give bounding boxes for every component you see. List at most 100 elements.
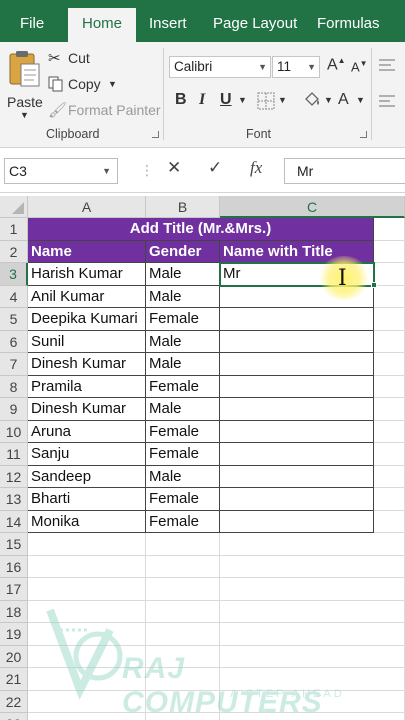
table-cell[interactable]: Female <box>146 510 220 533</box>
table-cell[interactable]: Female <box>146 375 220 398</box>
italic-button[interactable]: I <box>199 91 205 109</box>
align-left-icon[interactable] <box>378 94 396 110</box>
empty-cell[interactable] <box>146 623 220 646</box>
row-header-16[interactable]: 16 <box>0 555 28 578</box>
increase-font-size-icon[interactable]: A▲ <box>327 56 346 74</box>
empty-cell[interactable] <box>146 533 220 556</box>
row-header-13[interactable]: 13 <box>0 488 28 511</box>
table-cell[interactable]: Male <box>146 353 220 376</box>
empty-cell[interactable] <box>146 645 220 668</box>
table-cell[interactable] <box>220 465 374 488</box>
tab-formulas[interactable]: Formulas <box>317 8 380 42</box>
copy-dropdown-icon[interactable]: ▼ <box>108 79 117 89</box>
row-header-7[interactable]: 7 <box>0 353 28 376</box>
font-color-button[interactable]: A <box>338 91 349 109</box>
row-header-1[interactable]: 1 <box>0 218 28 241</box>
empty-cell[interactable] <box>220 623 405 646</box>
row-header-21[interactable]: 21 <box>0 668 28 691</box>
formula-input[interactable]: Mr <box>284 158 405 184</box>
font-size-combo[interactable]: 11 ▼ <box>272 56 320 78</box>
row-header-23[interactable]: 23 <box>0 713 28 720</box>
empty-cell[interactable] <box>28 668 146 691</box>
empty-cell[interactable] <box>374 263 405 286</box>
cancel-entry-icon[interactable]: ✕ <box>167 158 181 178</box>
empty-cell[interactable] <box>28 533 146 556</box>
row-header-20[interactable]: 20 <box>0 645 28 668</box>
empty-cell[interactable] <box>374 420 405 443</box>
empty-cell[interactable] <box>28 600 146 623</box>
row-header-9[interactable]: 9 <box>0 398 28 421</box>
empty-cell[interactable] <box>28 645 146 668</box>
column-header-b[interactable]: B <box>146 196 220 218</box>
empty-cell[interactable] <box>146 668 220 691</box>
empty-cell[interactable] <box>220 578 405 601</box>
format-painter-button[interactable]: 🖌 Format Painter <box>48 100 163 120</box>
align-top-icon[interactable] <box>378 58 396 74</box>
tab-home[interactable]: Home <box>68 8 137 42</box>
table-cell[interactable]: Female <box>146 308 220 331</box>
row-header-18[interactable]: 18 <box>0 600 28 623</box>
underline-button[interactable]: U <box>220 91 232 109</box>
table-cell[interactable]: Harish Kumar <box>28 263 146 286</box>
row-header-2[interactable]: 2 <box>0 240 28 263</box>
name-box[interactable]: C3 ▼ <box>4 158 118 184</box>
row-header-6[interactable]: 6 <box>0 330 28 353</box>
paste-button[interactable]: Paste ▼ <box>4 48 44 122</box>
empty-cell[interactable] <box>146 555 220 578</box>
bold-button[interactable]: B <box>175 91 187 109</box>
empty-cell[interactable] <box>28 555 146 578</box>
empty-cell[interactable] <box>374 240 405 263</box>
table-cell[interactable]: Female <box>146 420 220 443</box>
table-cell[interactable] <box>220 330 374 353</box>
decrease-font-size-icon[interactable]: A▼ <box>351 59 368 74</box>
column-heading-name[interactable]: Name <box>28 240 146 263</box>
clipboard-launcher-icon[interactable] <box>152 131 159 138</box>
paste-dropdown-icon[interactable]: ▼ <box>20 110 29 120</box>
empty-cell[interactable] <box>220 555 405 578</box>
copy-button[interactable]: Copy ▼ <box>48 74 128 94</box>
table-cell[interactable]: Male <box>146 465 220 488</box>
table-cell[interactable]: Aruna <box>28 420 146 443</box>
tab-insert[interactable]: Insert <box>149 8 187 42</box>
column-header-a[interactable]: A <box>28 196 146 218</box>
empty-cell[interactable] <box>220 645 405 668</box>
table-cell[interactable]: Deepika Kumari <box>28 308 146 331</box>
tab-page-layout[interactable]: Page Layout <box>213 8 297 42</box>
empty-cell[interactable] <box>146 690 220 713</box>
row-header-14[interactable]: 14 <box>0 510 28 533</box>
empty-cell[interactable] <box>28 690 146 713</box>
empty-cell[interactable] <box>220 533 405 556</box>
column-heading-gender[interactable]: Gender <box>146 240 220 263</box>
row-header-15[interactable]: 15 <box>0 533 28 556</box>
empty-cell[interactable] <box>220 668 405 691</box>
table-cell[interactable]: Anil Kumar <box>28 285 146 308</box>
empty-cell[interactable] <box>374 285 405 308</box>
font-name-dropdown-icon[interactable]: ▼ <box>258 57 267 77</box>
table-title-cell[interactable]: Add Title (Mr.&Mrs.) <box>28 218 374 241</box>
empty-cell[interactable] <box>220 600 405 623</box>
empty-cell[interactable] <box>28 713 146 720</box>
empty-cell[interactable] <box>28 623 146 646</box>
row-header-17[interactable]: 17 <box>0 578 28 601</box>
table-cell[interactable]: Sunil <box>28 330 146 353</box>
table-cell[interactable] <box>220 420 374 443</box>
table-cell[interactable]: Pramila <box>28 375 146 398</box>
table-cell[interactable] <box>220 443 374 466</box>
table-cell[interactable]: Female <box>146 488 220 511</box>
empty-cell[interactable] <box>146 600 220 623</box>
row-header-5[interactable]: 5 <box>0 308 28 331</box>
table-cell[interactable]: Bharti <box>28 488 146 511</box>
table-cell[interactable]: Sanju <box>28 443 146 466</box>
column-header-c[interactable]: C <box>220 196 405 218</box>
empty-cell[interactable] <box>146 713 220 720</box>
font-color-dropdown-icon[interactable]: ▼ <box>356 95 365 105</box>
insert-function-icon[interactable]: fx <box>250 158 262 178</box>
row-header-12[interactable]: 12 <box>0 465 28 488</box>
empty-cell[interactable] <box>146 578 220 601</box>
font-launcher-icon[interactable] <box>360 131 367 138</box>
fill-handle[interactable] <box>371 281 377 288</box>
table-cell[interactable]: Male <box>146 398 220 421</box>
row-header-8[interactable]: 8 <box>0 375 28 398</box>
fill-color-dropdown-icon[interactable]: ▼ <box>324 95 333 105</box>
tab-file[interactable]: File <box>20 8 44 42</box>
